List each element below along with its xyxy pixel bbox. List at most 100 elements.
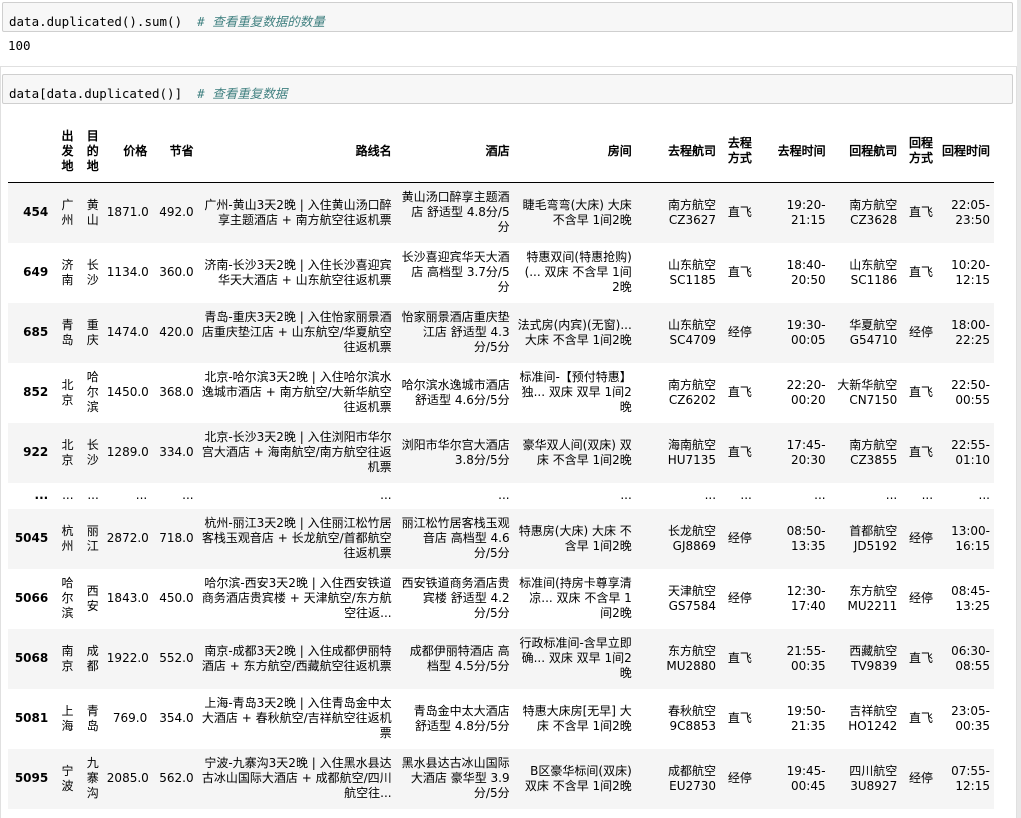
table-cell: 08:45-13:25 xyxy=(951,583,990,613)
table-cell: ... xyxy=(135,488,148,502)
table-cell: 北京 xyxy=(61,437,74,467)
table-cell: 22:20-00:20 xyxy=(786,377,826,407)
table-cell: 直飞 xyxy=(727,651,752,665)
table-cell: 07:55-12:15 xyxy=(951,763,990,793)
table-row: 5068 南京 成都 1922.0 552.0 南京-成都3天2晚 | 入住成都伊丽特酒店… xyxy=(8,628,994,689)
table-cell: 直飞 xyxy=(909,651,934,665)
table-cell: 354.0 xyxy=(159,711,194,725)
table-cell: 上海 xyxy=(61,703,74,733)
table-cell: 直飞 xyxy=(909,445,934,459)
table-cell: 12:30-17:40 xyxy=(786,583,826,613)
code-comment: # 查看重复数据的数量 xyxy=(197,14,325,29)
table-cell: 上海-青岛3天2晚 | 入住青岛金中太大酒店 + 春秋航空/吉祥航空往返机票 xyxy=(201,696,392,740)
table-cell: 哈尔滨-西安3天2晚 | 入住西安铁道商务酒店贵宾楼 + 天津航空/东方航空往返… xyxy=(201,576,392,620)
table-cell: 首都航空 JD5192 xyxy=(849,523,898,553)
table-cell: 哈尔滨 xyxy=(61,576,74,620)
table-cell: 22:05-23:50 xyxy=(951,197,990,227)
table-cell: 广州 xyxy=(61,197,74,227)
table-cell: 长龙航空 GJ8869 xyxy=(668,523,717,553)
table-cell: 420.0 xyxy=(159,325,194,339)
column-header: 价格 xyxy=(102,120,152,183)
table-cell: ... xyxy=(498,488,510,502)
table-cell: 浏阳市华尔宫大酒店 3.8分/5分 xyxy=(401,437,510,467)
row-index: 685 xyxy=(23,325,49,339)
table-cell: 360.0 xyxy=(159,265,194,279)
table-cell: 经停 xyxy=(727,771,752,785)
table-row: 5066 哈尔滨 西安 1843.0 450.0 哈尔滨-西安3天2晚 | 入住西安铁道商… xyxy=(8,569,994,629)
table-cell: ... xyxy=(704,488,717,502)
table-cell: ... xyxy=(182,488,194,502)
table-cell: 经停 xyxy=(909,531,934,545)
row-index: 5081 xyxy=(14,711,49,725)
code-cell-2[interactable]: data[data.duplicated()] # 查看重复数据 xyxy=(2,74,1013,104)
table-cell: 南方航空 CZ3628 xyxy=(849,197,898,227)
table-cell: ... xyxy=(921,488,934,502)
code-comment: # 查看重复数据 xyxy=(197,86,288,101)
dataframe-table: 出发地 目的地 价格 节省 路线名 酒店 房间 去程航司 去程方式 去程时间 回… xyxy=(8,120,994,809)
table-cell: B区豪华标间(双床) 双床 不含早 1间2晚 xyxy=(524,763,632,793)
table-cell: 哈尔滨水逸城市酒店 舒适型 4.6分/5分 xyxy=(401,377,510,407)
table-cell: 经停 xyxy=(727,531,752,545)
table-cell: 06:30-08:55 xyxy=(951,643,990,673)
table-cell: 492.0 xyxy=(159,205,194,220)
table-row: 454 广州 黄山 1871.0 492.0 广州-黄山3天2晚 | 入住黄山汤口醉享主题… xyxy=(8,182,994,243)
table-cell: 春秋航空 9C8853 xyxy=(668,703,717,733)
table-cell: 1843.0 xyxy=(106,591,149,605)
table-cell: 西藏航空 TV9839 xyxy=(849,643,898,673)
table-cell: 直飞 xyxy=(727,205,752,220)
table-row: 922 北京 长沙 1289.0 334.0 北京-长沙3天2晚 | 入住浏阳市华尔宫大酒… xyxy=(8,422,994,483)
cell-1-output: 100 xyxy=(8,38,31,53)
row-index: 5095 xyxy=(14,771,49,785)
table-cell: 334.0 xyxy=(159,445,194,459)
column-header: 去程方式 xyxy=(720,120,756,183)
table-cell: ... xyxy=(380,488,392,502)
table-cell: 特惠大床房[无早] 大床 不含早 1间2晚 xyxy=(522,703,632,733)
table-cell: 直飞 xyxy=(909,385,934,399)
table-cell: 1450.0 xyxy=(106,385,149,399)
table-cell: 丽江松竹居客栈玉观音店 高档型 4.6分/5分 xyxy=(401,516,510,560)
table-cell: 大新华航空 CN7150 xyxy=(837,377,898,407)
table-cell: 南京-成都3天2晚 | 入住成都伊丽特酒店 + 东方航空/西藏航空往返机票 xyxy=(201,643,392,673)
table-cell: 经停 xyxy=(727,591,752,605)
code-text: data.duplicated().sum() xyxy=(9,14,198,29)
table-cell: 行政标准间-含早立即确... 双床 双早 1间2晚 xyxy=(519,636,632,680)
table-body: 454 广州 黄山 1871.0 492.0 广州-黄山3天2晚 | 入住黄山汤口醉享主题… xyxy=(8,182,994,809)
column-header: 目的地 xyxy=(77,120,103,183)
scrollbar-track[interactable] xyxy=(1017,0,1021,818)
table-cell: 直飞 xyxy=(909,205,934,220)
table-cell: 重庆 xyxy=(86,317,99,347)
table-cell: 562.0 xyxy=(159,771,194,785)
row-index: 922 xyxy=(23,445,49,459)
table-cell: 华夏航空 G54710 xyxy=(849,317,898,347)
table-cell: ... xyxy=(740,488,752,502)
table-row: 685 青岛 重庆 1474.0 420.0 青岛-重庆3天2晚 | 入住怡家丽景酒店重庆… xyxy=(8,302,994,363)
table-cell: 长沙喜迎宾华天大酒店 高档型 3.7分/5分 xyxy=(401,250,510,294)
table-cell: 2085.0 xyxy=(106,771,149,785)
table-cell: 黄山汤口醉享主题酒店 舒适型 4.8分/5分 xyxy=(401,190,510,235)
table-cell: 直飞 xyxy=(727,265,752,279)
column-header: 出发地 xyxy=(52,120,78,183)
row-index: 852 xyxy=(23,385,49,399)
table-cell: 长沙 xyxy=(86,257,99,287)
table-cell: 标准间(持房卡尊享清凉... 双床 不含早 1间2晚 xyxy=(519,576,632,620)
column-header: 去程航司 xyxy=(635,120,721,183)
table-cell: 17:45-20:30 xyxy=(786,437,826,467)
table-cell: 山东航空 SC1185 xyxy=(668,257,717,287)
table-cell: 成都航空 EU2730 xyxy=(668,763,717,793)
code-line: data[data.duplicated()] # 查看重复数据 xyxy=(9,83,287,102)
table-cell: 450.0 xyxy=(159,591,194,605)
table-cell: 经停 xyxy=(727,325,752,339)
table-cell: 经停 xyxy=(909,325,934,339)
column-header: 回程方式 xyxy=(901,120,938,183)
table-cell: 直飞 xyxy=(727,445,752,459)
code-cell-1[interactable]: data.duplicated().sum() # 查看重复数据的数量 xyxy=(2,2,1013,32)
table-cell: 标准间-【预付特惠】独... 双床 双早 1间2晚 xyxy=(519,370,632,414)
table-cell: ... xyxy=(620,488,632,502)
row-index: 454 xyxy=(23,205,49,220)
column-header: 酒店 xyxy=(395,120,514,183)
table-cell: ... xyxy=(978,488,990,502)
table-cell: 18:40-20:50 xyxy=(786,257,826,287)
row-index: 5045 xyxy=(14,531,49,545)
table-cell: 西安铁道商务酒店贵宾楼 舒适型 4.2分/5分 xyxy=(401,576,510,620)
table-row: 5095 宁波 九寨沟 2085.0 562.0 宁波-九寨沟3天2晚 | 入住黑水县达古… xyxy=(8,748,994,809)
